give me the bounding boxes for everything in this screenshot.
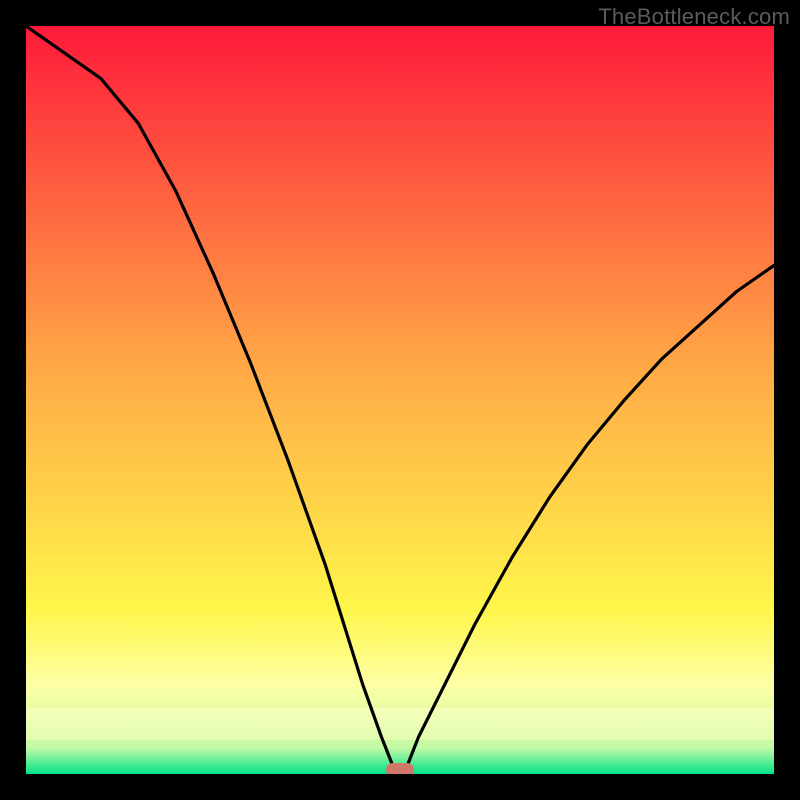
watermark-text: TheBottleneck.com — [598, 4, 790, 30]
bottleneck-curve — [26, 26, 774, 774]
plot-area — [26, 26, 774, 774]
chart-canvas: TheBottleneck.com — [0, 0, 800, 800]
minimum-marker — [386, 763, 414, 775]
